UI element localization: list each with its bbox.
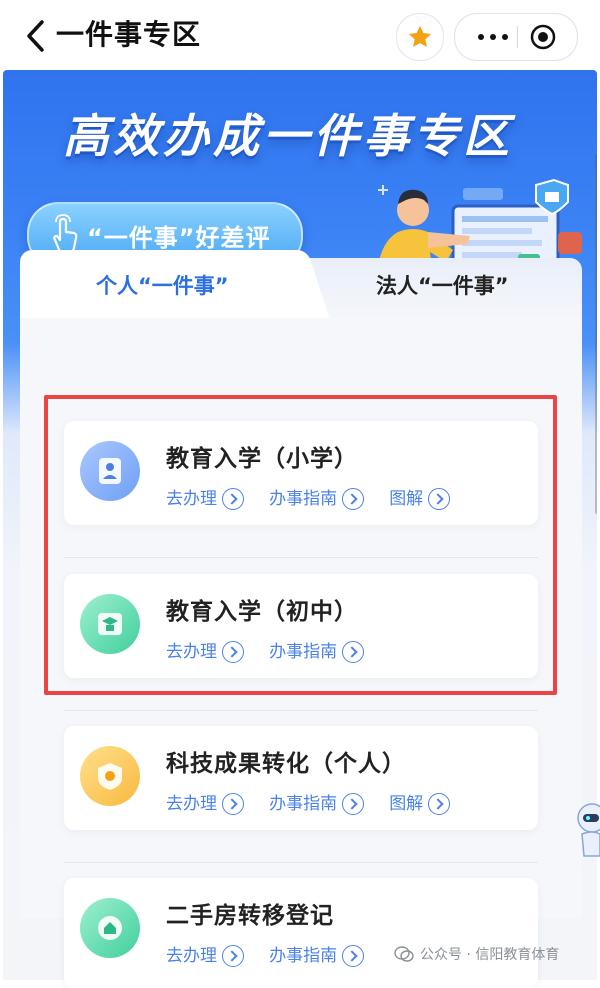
diagram-link[interactable]: 图解: [389, 792, 451, 816]
assistant-robot-icon[interactable]: [574, 800, 600, 860]
banner-title: 高效办成一件事专区: [63, 109, 513, 163]
chevron-right-icon: [342, 793, 365, 815]
chevron-right-icon: [342, 945, 365, 967]
tab-personal[interactable]: 个人“一件事”: [96, 272, 229, 300]
chevron-left-icon: [27, 20, 44, 52]
chevron-right-icon: [222, 793, 244, 815]
favorite-button[interactable]: [396, 13, 444, 61]
tab-corporate[interactable]: 法人“一件事”: [376, 272, 509, 300]
chevron-right-icon: [222, 945, 244, 967]
service-title: 二手房转移登记: [166, 903, 334, 929]
divider: [64, 710, 538, 711]
wechat-watermark: 公众号 · 信阳教育体育: [394, 944, 559, 964]
page-title: 一件事专区: [56, 18, 202, 51]
guide-link[interactable]: 办事指南: [269, 944, 365, 968]
more-dots-icon[interactable]: [473, 23, 513, 51]
divider: [64, 862, 538, 863]
top-nav-bar: 一件事专区: [0, 0, 600, 70]
service-card[interactable]: 二手房转移登记 去办理 办事指南: [64, 878, 538, 988]
watermark-text: 公众号 · 信阳教育体育: [420, 947, 560, 963]
service-actions: 去办理 办事指南: [166, 944, 384, 970]
tech-achievement-icon: [80, 746, 140, 806]
guide-link[interactable]: 办事指南: [269, 792, 365, 816]
highlight-frame: [44, 395, 557, 695]
service-title: 科技成果转化（个人）: [166, 751, 406, 777]
page-scrollbar[interactable]: [595, 154, 597, 514]
chevron-right-icon: [428, 793, 451, 815]
go-handle-link[interactable]: 去办理: [166, 792, 244, 816]
capsule-divider: [517, 26, 518, 48]
house-transfer-icon: [80, 898, 140, 958]
service-actions: 去办理 办事指南 图解: [166, 792, 470, 818]
wechat-icon: [394, 946, 414, 962]
rate-service-label: “一件事”好差评: [87, 224, 271, 252]
miniprogram-capsule: [454, 13, 578, 61]
service-card[interactable]: 科技成果转化（个人） 去办理 办事指南 图解: [64, 726, 538, 830]
star-icon: [408, 25, 432, 48]
go-handle-link[interactable]: 去办理: [166, 944, 244, 968]
back-button[interactable]: [22, 18, 52, 54]
target-icon[interactable]: [529, 23, 557, 51]
